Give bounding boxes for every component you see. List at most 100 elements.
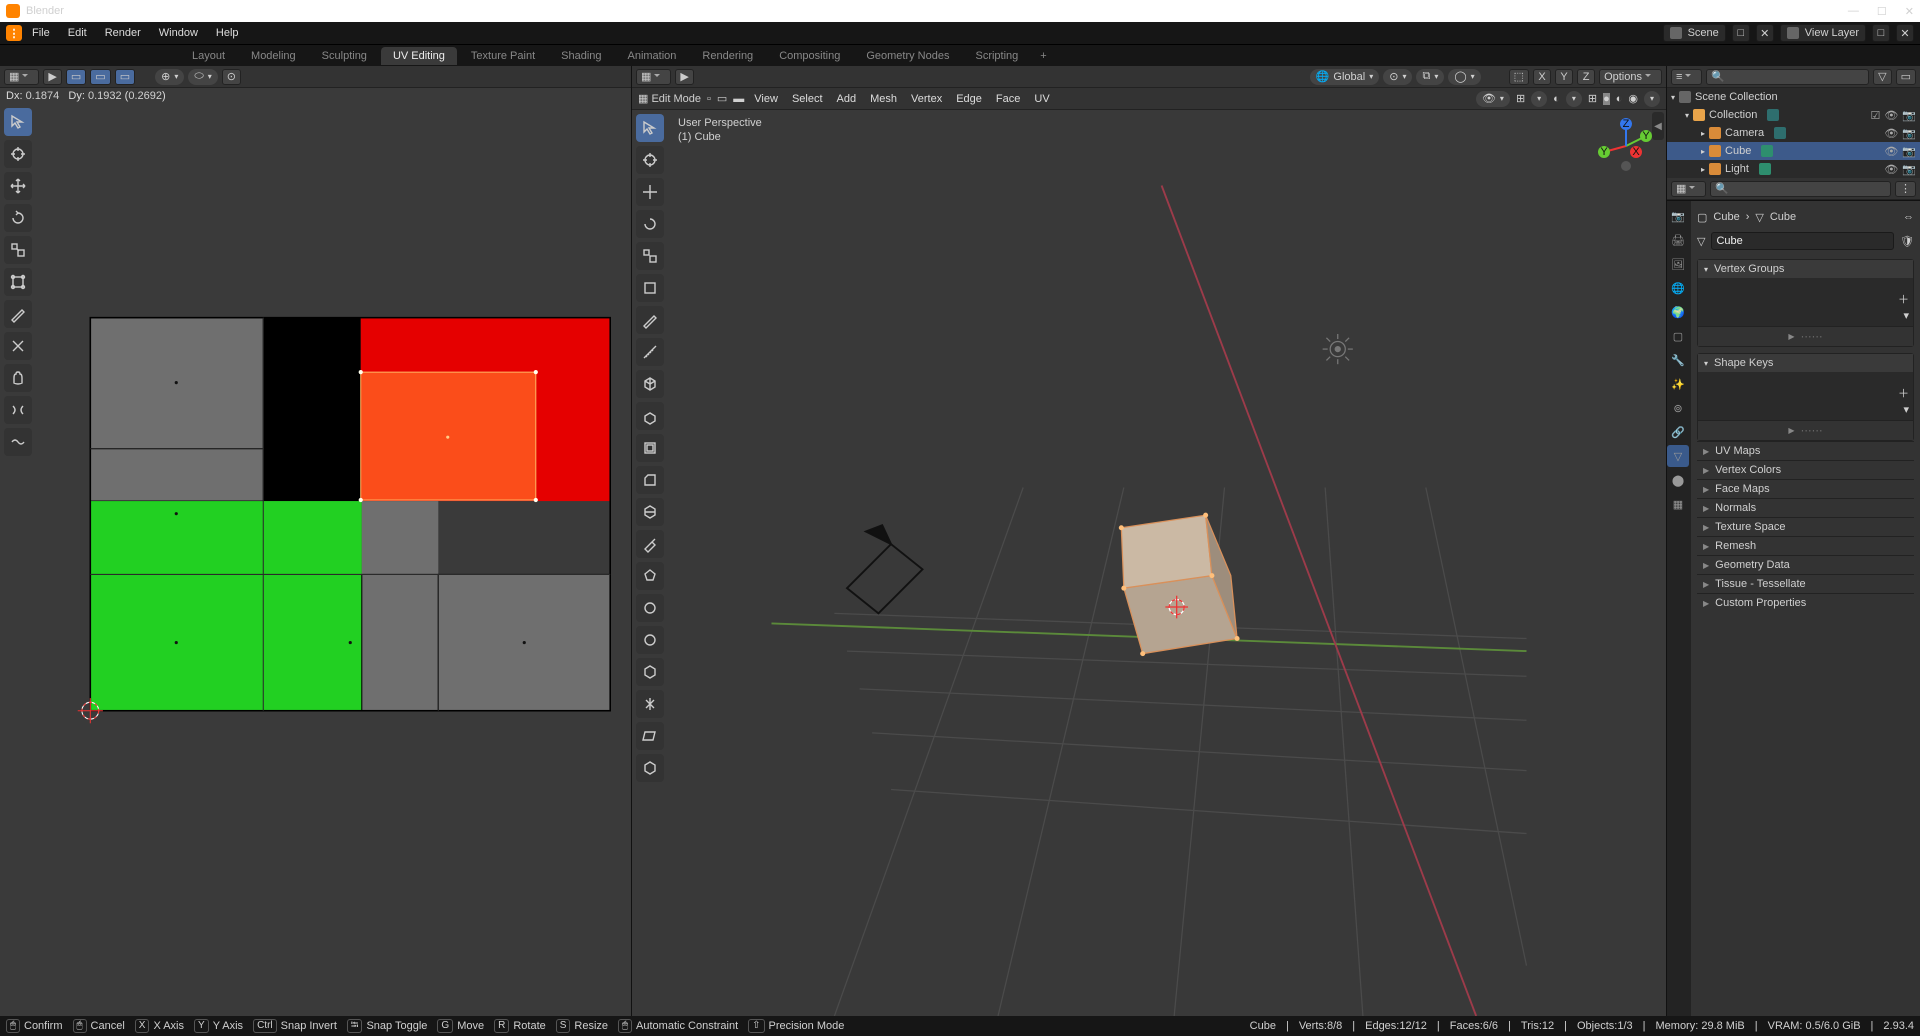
ptab-physics[interactable]: ⊚: [1667, 397, 1689, 419]
tab-layout[interactable]: Layout: [180, 47, 237, 65]
scene-new-button[interactable]: □: [1732, 24, 1750, 42]
section-texture-space[interactable]: Texture Space: [1697, 517, 1914, 536]
shading-rendered[interactable]: ◉: [1628, 92, 1638, 105]
xray-dropdown[interactable]: ▾: [1566, 91, 1582, 107]
sk-expand[interactable]: ⋯⋯: [1698, 420, 1913, 440]
tab-modeling[interactable]: Modeling: [239, 47, 308, 65]
section-custom-properties[interactable]: Custom Properties: [1697, 593, 1914, 612]
ptab-data[interactable]: ▽: [1667, 445, 1689, 467]
tab-texture-paint[interactable]: Texture Paint: [459, 47, 547, 65]
ptab-texture[interactable]: ▦: [1667, 493, 1689, 515]
ptab-viewlayer[interactable]: 🖼: [1667, 253, 1689, 275]
scene-selector[interactable]: Scene: [1663, 24, 1726, 42]
ptab-output[interactable]: 🖨: [1667, 229, 1689, 251]
vtool-measure[interactable]: [636, 338, 664, 366]
vg-add-button[interactable]: ＋: [1898, 291, 1909, 307]
ptab-world[interactable]: 🌍: [1667, 301, 1689, 323]
tool-cursor[interactable]: [4, 140, 32, 168]
window-maximize-icon[interactable]: ☐: [1877, 5, 1887, 18]
menu-file[interactable]: File: [24, 25, 58, 41]
outliner-item-camera[interactable]: ▸ Camera 👁📷: [1667, 124, 1920, 142]
outliner-item-light[interactable]: ▸ Light 👁📷: [1667, 160, 1920, 178]
vtool-scale[interactable]: [636, 242, 664, 270]
ptab-constraints[interactable]: 🔗: [1667, 421, 1689, 443]
add-menu[interactable]: Add: [833, 91, 861, 107]
vtool-transform[interactable]: [636, 274, 664, 302]
window-close-icon[interactable]: ✕: [1905, 5, 1914, 18]
section-normals[interactable]: Normals: [1697, 498, 1914, 517]
vtool-polybuild[interactable]: [636, 562, 664, 590]
tab-scripting[interactable]: Scripting: [963, 47, 1030, 65]
sk-options-button[interactable]: ▾: [1903, 403, 1909, 416]
uv-image-dropdown[interactable]: ⬭▾: [188, 69, 217, 85]
viewlayer-delete-button[interactable]: ✕: [1896, 24, 1914, 42]
tab-geometry-nodes[interactable]: Geometry Nodes: [854, 47, 961, 65]
section-vertex-groups[interactable]: ▾Vertex Groups ＋ ▾ ⋯⋯: [1697, 259, 1914, 347]
menu-window[interactable]: Window: [151, 25, 206, 41]
tab-shading[interactable]: Shading: [549, 47, 613, 65]
menu-help[interactable]: Help: [208, 25, 247, 41]
pivot-dropdown[interactable]: ⊙▾: [1383, 69, 1412, 85]
vtool-spin[interactable]: [636, 594, 664, 622]
properties-options-button[interactable]: ⋮: [1895, 181, 1916, 197]
axis-y-toggle[interactable]: Y: [1555, 69, 1573, 85]
vg-options-button[interactable]: ▾: [1903, 309, 1909, 322]
window-minimize-icon[interactable]: —: [1848, 5, 1859, 18]
face-menu[interactable]: Face: [992, 91, 1024, 107]
vtool-add-cube[interactable]: [636, 370, 664, 398]
ptab-material[interactable]: ⬤: [1667, 469, 1689, 491]
vtool-rip[interactable]: [636, 754, 664, 782]
section-remesh[interactable]: Remesh: [1697, 536, 1914, 555]
overlay-dropdown[interactable]: ▾: [1531, 91, 1547, 107]
tool-select-box[interactable]: [4, 108, 32, 136]
tool-rip[interactable]: [4, 332, 32, 360]
section-vertex-colors[interactable]: Vertex Colors: [1697, 460, 1914, 479]
tab-compositing[interactable]: Compositing: [767, 47, 852, 65]
vtool-rotate[interactable]: [636, 210, 664, 238]
mesh-fake-user-button[interactable]: 🛡: [1900, 235, 1914, 248]
vtool-extrude[interactable]: [636, 402, 664, 430]
uv-snap-dropdown[interactable]: ⊕▾: [155, 69, 184, 85]
menu-render[interactable]: Render: [97, 25, 149, 41]
tool-transform[interactable]: [4, 268, 32, 296]
vertex-menu[interactable]: Vertex: [907, 91, 946, 107]
section-uv-maps[interactable]: UV Maps: [1697, 441, 1914, 460]
vtool-move[interactable]: [636, 178, 664, 206]
vtool-shear[interactable]: [636, 722, 664, 750]
vtool-knife[interactable]: [636, 530, 664, 558]
tab-sculpting[interactable]: Sculpting: [310, 47, 379, 65]
viewlayer-selector[interactable]: View Layer: [1780, 24, 1866, 42]
outliner-collection[interactable]: ▾ Collection ☑👁📷: [1667, 106, 1920, 124]
vtool-inset[interactable]: [636, 434, 664, 462]
vtool-select-box[interactable]: [636, 114, 664, 142]
uv-sync-button[interactable]: ▭: [66, 69, 86, 85]
outliner-type-dropdown[interactable]: ≡: [1671, 69, 1702, 85]
section-geometry-data[interactable]: Geometry Data: [1697, 555, 1914, 574]
section-shape-keys[interactable]: ▾Shape Keys ＋ ▾ ⋯⋯: [1697, 353, 1914, 441]
xray-toggle[interactable]: ◐: [1553, 93, 1560, 105]
viewport-canvas[interactable]: User Perspective (1) Cube ◀ Y Y Z X: [632, 110, 1666, 1016]
add-workspace-button[interactable]: +: [1032, 48, 1054, 64]
tool-annotate[interactable]: [4, 300, 32, 328]
vtool-loopcut[interactable]: [636, 498, 664, 526]
mode-dropdown[interactable]: ▦ Edit Mode: [638, 92, 701, 105]
vertex-select-button[interactable]: ▫: [707, 93, 711, 105]
snap-dropdown[interactable]: ⧉▾: [1416, 69, 1444, 85]
scene-delete-button[interactable]: ✕: [1756, 24, 1774, 42]
uv-sticky-button[interactable]: ▭: [90, 69, 110, 85]
visibility-dropdown[interactable]: 👁▾: [1476, 91, 1510, 107]
vtool-cursor[interactable]: [636, 146, 664, 174]
overlay-toggle[interactable]: ⊞: [1516, 92, 1525, 105]
section-tissue[interactable]: Tissue - Tessellate: [1697, 574, 1914, 593]
uv-menu[interactable]: UV: [1030, 91, 1053, 107]
outliner-scene-collection[interactable]: ▾ Scene Collection: [1667, 88, 1920, 106]
sk-add-button[interactable]: ＋: [1898, 385, 1909, 401]
face-select-button[interactable]: ▬: [733, 93, 744, 105]
menu-edit[interactable]: Edit: [60, 25, 95, 41]
vtool-smooth[interactable]: [636, 626, 664, 654]
options-dropdown[interactable]: Options: [1599, 69, 1662, 85]
vtool-annotate[interactable]: [636, 306, 664, 334]
axis-z-toggle[interactable]: Z: [1577, 69, 1595, 85]
editor-type-dropdown[interactable]: ▦: [636, 69, 671, 85]
axis-x-toggle[interactable]: X: [1533, 69, 1551, 85]
